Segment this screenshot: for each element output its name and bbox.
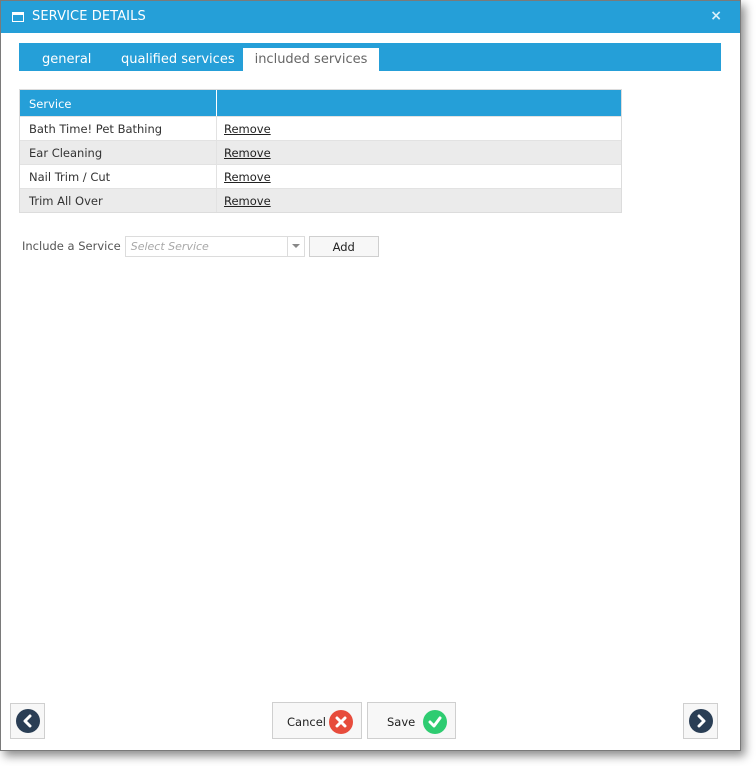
service-name: Trim All Over (20, 189, 217, 212)
dialog-title: SERVICE DETAILS (32, 9, 146, 24)
table-header: Service (20, 90, 621, 116)
add-service-button[interactable]: Add (308, 235, 379, 257)
table-row: Ear Cleaning Remove (20, 140, 621, 164)
service-name: Bath Time! Pet Bathing (20, 117, 217, 140)
cancel-button[interactable]: Cancel (272, 702, 362, 739)
save-check-icon (423, 710, 447, 734)
tab-qualified-services[interactable]: qualified services (109, 43, 247, 71)
chevron-right-icon (688, 709, 713, 733)
table-row: Bath Time! Pet Bathing Remove (20, 116, 621, 140)
tab-general[interactable]: general (30, 43, 103, 71)
remove-link[interactable]: Remove (224, 146, 271, 160)
include-service-label: Include a Service (22, 239, 121, 253)
remove-link[interactable]: Remove (224, 122, 271, 136)
table-row: Nail Trim / Cut Remove (20, 164, 621, 188)
column-header-actions (217, 90, 621, 116)
chevron-left-icon (15, 709, 40, 733)
save-button[interactable]: Save (367, 702, 456, 739)
cancel-label: Cancel (287, 715, 326, 729)
service-select-placeholder: Select Service (130, 239, 209, 253)
include-service-row: Include a Service Select Service Add (22, 235, 379, 257)
column-header-service[interactable]: Service (20, 90, 217, 116)
tab-included-services[interactable]: included services (243, 48, 379, 71)
next-button[interactable] (683, 703, 718, 739)
table-row: Trim All Over Remove (20, 188, 621, 212)
remove-link[interactable]: Remove (224, 170, 271, 184)
close-button[interactable]: × (710, 8, 722, 24)
previous-button[interactable] (10, 703, 45, 739)
title-bar: SERVICE DETAILS × (1, 1, 740, 33)
service-select[interactable]: Select Service (124, 235, 305, 257)
cancel-x-icon (329, 710, 353, 734)
remove-link[interactable]: Remove (224, 194, 271, 208)
window-icon (12, 12, 24, 22)
save-label: Save (387, 715, 416, 729)
service-details-dialog: SERVICE DETAILS × general qualified serv… (0, 0, 741, 751)
service-name: Nail Trim / Cut (20, 165, 217, 188)
tab-bar: general qualified services included serv… (19, 43, 721, 71)
included-services-table: Service Bath Time! Pet Bathing Remove Ea… (19, 89, 622, 213)
service-name: Ear Cleaning (20, 141, 217, 164)
chevron-down-icon[interactable] (286, 236, 304, 256)
